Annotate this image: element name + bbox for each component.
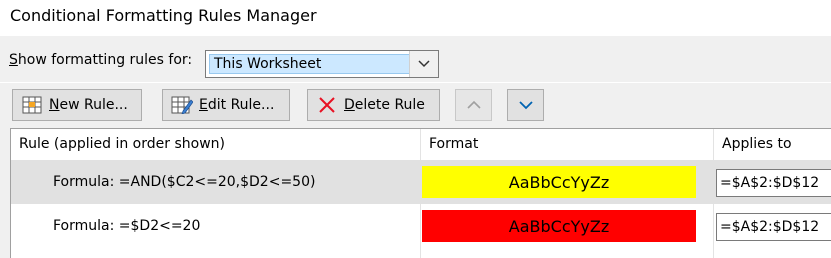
applies-to-field[interactable]: =$A$2:$D$12 — [716, 213, 831, 241]
show-rules-dropdown-value: This Worksheet — [209, 54, 412, 74]
column-header-format[interactable]: Format — [421, 129, 714, 159]
edit-rule-label: dit Rule... — [207, 97, 275, 113]
move-down-button[interactable] — [507, 89, 544, 121]
applies-to-field[interactable]: =$A$2:$D$12 — [716, 169, 831, 197]
delete-rule-label: elete Rule — [354, 97, 425, 113]
column-header-rule[interactable]: Rule (applied in order shown) — [11, 129, 421, 159]
rule-row[interactable]: Formula: =$D2<=20 AaBbCcYyZz =$A$2:$D$12 — [11, 204, 831, 248]
chevron-down-icon — [518, 101, 533, 110]
format-preview: AaBbCcYyZz — [422, 210, 696, 242]
red-x-icon — [316, 95, 338, 115]
new-rule-label: ew Rule... — [59, 97, 128, 113]
table-edit-icon — [171, 95, 193, 115]
rule-description: Formula: =$D2<=20 — [53, 218, 201, 234]
edit-rule-accel: E — [199, 97, 208, 113]
format-preview: AaBbCcYyZz — [422, 166, 696, 198]
chevron-up-icon — [466, 100, 481, 109]
table-new-icon — [21, 95, 43, 115]
toolbar-divider — [0, 82, 831, 83]
column-header-applies-to[interactable]: Applies to — [714, 129, 831, 159]
rules-grid: Rule (applied in order shown) Format App… — [10, 128, 831, 258]
chevron-down-icon — [418, 60, 430, 68]
move-up-button[interactable] — [455, 89, 492, 121]
edit-rule-button[interactable]: Edit Rule... — [162, 89, 290, 121]
delete-rule-accel: D — [344, 97, 355, 113]
show-rules-label-accel: S — [9, 52, 18, 68]
show-rules-label: Show formatting rules for: — [9, 52, 192, 68]
dropdown-arrow-button[interactable] — [409, 51, 438, 77]
window-title: Conditional Formatting Rules Manager — [10, 6, 317, 25]
show-rules-dropdown[interactable]: This Worksheet — [205, 50, 439, 78]
new-rule-button[interactable]: New Rule... — [12, 89, 142, 121]
show-rules-label-text: how formatting rules for: — [17, 52, 193, 68]
rule-row[interactable]: Formula: =AND($C2<=20,$D2<=50) AaBbCcYyZ… — [11, 160, 831, 204]
delete-rule-button[interactable]: Delete Rule — [307, 89, 440, 121]
rule-description: Formula: =AND($C2<=20,$D2<=50) — [53, 174, 316, 190]
new-rule-accel: N — [49, 97, 60, 113]
title-bar: Conditional Formatting Rules Manager — [0, 0, 831, 36]
